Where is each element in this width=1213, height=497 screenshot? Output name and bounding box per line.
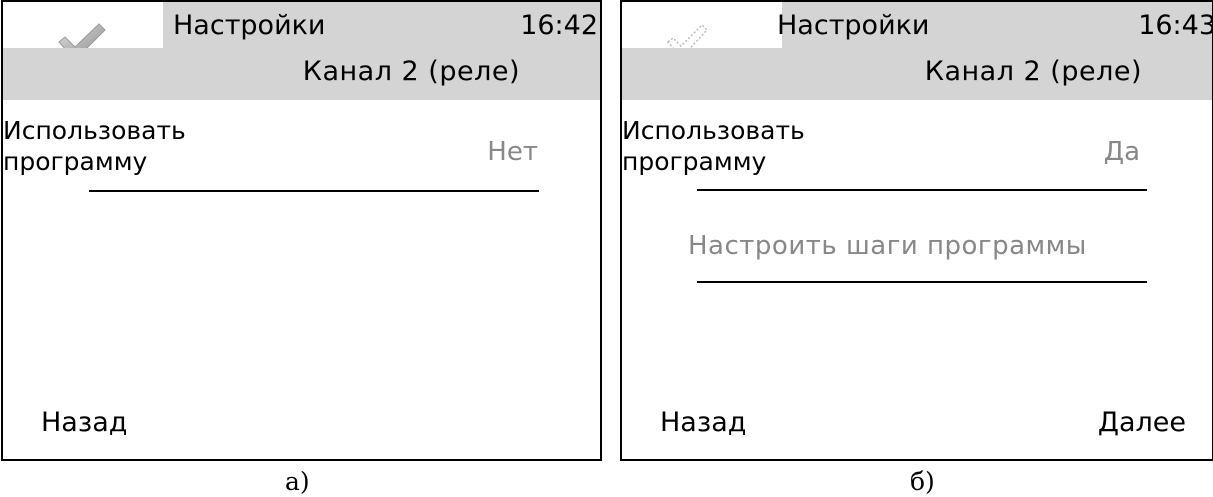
title-row: Настройки 16:42 xyxy=(3,2,600,61)
use-program-value[interactable]: Нет xyxy=(487,136,538,168)
field-underline xyxy=(697,189,1147,191)
use-program-label-line1: Использовать xyxy=(622,116,805,145)
subtitle-bar: Канал 2 (реле) xyxy=(622,48,1212,100)
configure-program-steps-link[interactable]: Настроить шаги программы xyxy=(688,230,1087,262)
title-row: Настройки 16:43 xyxy=(622,2,1213,60)
link-underline xyxy=(697,281,1147,283)
back-button[interactable]: Назад xyxy=(660,406,746,440)
page-title: Настройки xyxy=(173,10,326,41)
caption-b: б) xyxy=(910,467,935,496)
clock: 16:42 xyxy=(520,10,598,41)
back-button[interactable]: Назад xyxy=(41,406,127,440)
next-button[interactable]: Далее xyxy=(1098,406,1186,440)
use-program-value[interactable]: Да xyxy=(1104,136,1140,168)
use-program-label: Использовать программу xyxy=(3,115,186,177)
subtitle-bar: Канал 2 (реле) xyxy=(3,48,600,100)
use-program-label-line2: программу xyxy=(3,147,148,176)
channel-subtitle: Канал 2 (реле) xyxy=(924,56,1142,87)
use-program-label: Использовать программу xyxy=(622,115,805,177)
device-screen-a: Настройки 16:42 Канал 2 (реле) Использов… xyxy=(1,0,602,461)
use-program-label-line1: Использовать xyxy=(3,116,186,145)
device-screen-b: Настройки 16:43 Канал 2 (реле) Использов… xyxy=(620,0,1213,461)
field-underline xyxy=(89,190,539,192)
clock: 16:43 xyxy=(1138,10,1213,41)
channel-subtitle: Канал 2 (реле) xyxy=(302,56,520,87)
caption-a: а) xyxy=(285,467,310,496)
page-title: Настройки xyxy=(777,10,930,41)
use-program-label-line2: программу xyxy=(622,147,767,176)
